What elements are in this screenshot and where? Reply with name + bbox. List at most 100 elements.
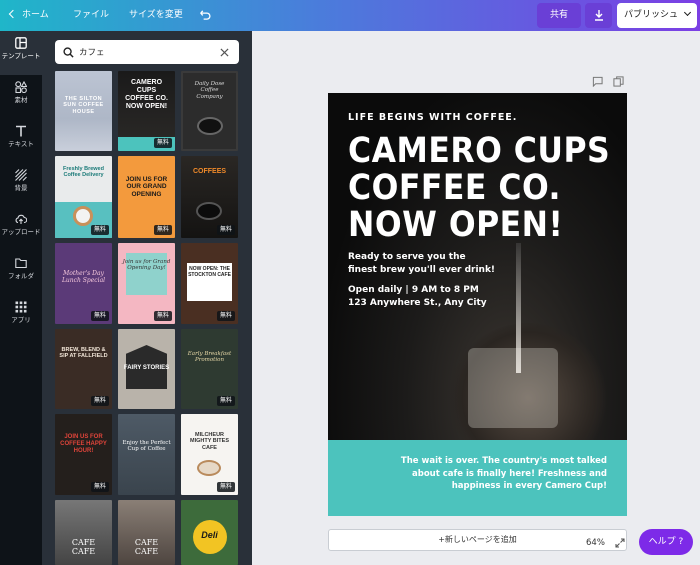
home-button[interactable]: ホーム xyxy=(8,0,49,31)
rail-item-templates[interactable]: テンプレート xyxy=(0,31,42,75)
poster-tagline: LIFE BEGINS WITH COFFEE. xyxy=(348,112,518,123)
template-thumbnail-text: NOW OPEN: THE STOCKTON CAFE xyxy=(188,266,231,278)
design-page[interactable]: LIFE BEGINS WITH COFFEE. CAMERO CUPS COF… xyxy=(328,93,627,516)
free-badge: 無料 xyxy=(216,225,235,235)
template-thumbnail[interactable]: THE SILTON SUN COFFEE HOUSE xyxy=(55,71,112,151)
duplicate-page-icon[interactable] xyxy=(613,76,624,87)
template-thumbnail[interactable]: MILCHEUR MIGHTY BITES CAFE 無料 xyxy=(181,414,238,495)
free-badge: 無料 xyxy=(216,482,235,492)
template-thumbnail[interactable]: BREW, BLEND & SIP AT FALLFIELD 無料 xyxy=(55,329,112,409)
rail-item-text[interactable]: テキスト xyxy=(0,119,42,163)
rail-item-elements[interactable]: 素材 xyxy=(0,75,42,119)
side-rail: テンプレート 素材 テキスト 背景 アップロード フォルダ アプリ xyxy=(0,31,42,565)
template-thumbnail-text: BREW, BLEND & SIP AT FALLFIELD xyxy=(59,347,108,360)
template-thumbnail[interactable]: Early Breakfast Promotion 無料 xyxy=(181,329,238,409)
undo-icon xyxy=(200,10,211,20)
poster-hours-line: Open daily | 9 AM to 8 PM xyxy=(348,285,479,295)
template-thumbnail[interactable]: Enjoy the Perfect Cup of Coffee xyxy=(118,414,175,495)
template-thumbnail[interactable]: CAMERO CUPS COFFEE CO. NOW OPEN! 無料 xyxy=(118,71,175,151)
fullscreen-icon[interactable] xyxy=(615,538,625,548)
free-badge: 無料 xyxy=(90,396,109,406)
template-thumbnail-text: FAIRY STORIES xyxy=(123,365,170,371)
template-thumbnail[interactable]: Deli xyxy=(181,500,238,565)
rail-item-uploads[interactable]: アップロード xyxy=(0,207,42,251)
rail-label: 背景 xyxy=(14,184,28,192)
add-page-button[interactable]: +新しいページを追加 xyxy=(328,529,627,551)
file-menu[interactable]: ファイル xyxy=(73,0,109,31)
clear-search-icon[interactable] xyxy=(220,48,229,57)
template-icon xyxy=(15,37,27,49)
template-thumbnail-text: CAMERO CUPS COFFEE CO. NOW OPEN! xyxy=(125,79,168,111)
search-input[interactable] xyxy=(79,44,214,60)
upload-icon xyxy=(15,214,27,224)
rail-label: アップロード xyxy=(1,228,41,236)
template-thumbnail-text: Enjoy the Perfect Cup of Coffee xyxy=(122,440,171,453)
apps-icon xyxy=(15,301,27,313)
poster-footer-line: about cafe is finally here! Freshness an… xyxy=(412,468,607,479)
help-button[interactable]: ヘルプ ? xyxy=(639,529,693,555)
template-thumbnail[interactable]: FAIRY STORIES xyxy=(118,329,175,409)
template-thumbnail[interactable]: JOIN US FOR COFFEE HAPPY HOUR! 無料 xyxy=(55,414,112,495)
template-thumbnail[interactable]: Mother's Day Lunch Special 無料 xyxy=(55,243,112,324)
poster-subtext-line: Ready to serve you the xyxy=(348,252,466,262)
poster-hours: Open daily | 9 AM to 8 PM 123 Anywhere S… xyxy=(348,284,487,310)
template-thumbnail-text: JOIN US FOR OUR GRAND OPENING xyxy=(125,176,168,198)
template-thumbnail-text: Join us for Grand Opening Day! xyxy=(122,259,171,272)
resize-menu[interactable]: サイズを変更 xyxy=(129,0,183,31)
template-thumbnail-text: THE SILTON SUN COFFEE HOUSE xyxy=(63,96,104,115)
undo-button[interactable] xyxy=(199,0,212,31)
free-badge: 無料 xyxy=(153,311,172,321)
search-box xyxy=(55,40,239,64)
rail-label: テンプレート xyxy=(1,52,41,60)
share-button[interactable]: 共有 xyxy=(537,3,581,28)
free-badge: 無料 xyxy=(153,225,172,235)
poster-footer-line: happiness in every Camero Cup! xyxy=(451,481,607,491)
rail-item-apps[interactable]: アプリ xyxy=(0,295,42,339)
chevron-down-icon xyxy=(683,8,691,17)
free-badge: 無料 xyxy=(216,396,235,406)
zoom-level[interactable]: 64% xyxy=(586,538,605,548)
poster-headline-line: COFFEE CO. xyxy=(348,168,561,208)
template-thumbnail-text: CAFE CAFE xyxy=(71,538,96,557)
template-thumbnail-text: Deli xyxy=(201,530,218,540)
template-thumbnail[interactable]: CAFE CAFE xyxy=(55,500,112,565)
template-thumbnail[interactable]: NOW OPEN: THE STOCKTON CAFE 無料 xyxy=(181,243,238,324)
free-badge: 無料 xyxy=(90,311,109,321)
home-label: ホーム xyxy=(22,10,49,20)
comment-icon[interactable] xyxy=(592,76,603,87)
template-thumbnail-text: CAFE CAFE xyxy=(134,538,159,557)
template-thumbnail[interactable]: Freshly Brewed Coffee Delivery 無料 xyxy=(55,156,112,238)
rail-item-folders[interactable]: フォルダ xyxy=(0,251,42,295)
template-thumbnail-text: Freshly Brewed Coffee Delivery xyxy=(63,166,104,179)
template-thumbnail[interactable]: CAFE CAFE xyxy=(118,500,175,565)
template-thumbnail-text: COFFEES xyxy=(192,168,227,175)
template-thumbnail-text: Early Breakfast Promotion xyxy=(187,351,232,364)
poster-headline-line: NOW OPEN! xyxy=(348,205,564,245)
rail-label: テキスト xyxy=(8,140,34,148)
download-button[interactable] xyxy=(585,3,612,28)
rail-item-background[interactable]: 背景 xyxy=(0,163,42,207)
rail-label: フォルダ xyxy=(8,272,34,280)
free-badge: 無料 xyxy=(90,482,109,492)
poster-headline: CAMERO CUPS COFFEE CO. NOW OPEN! xyxy=(348,133,610,244)
poster-headline-line: CAMERO CUPS xyxy=(348,131,611,171)
chevron-left-icon xyxy=(8,9,18,19)
template-thumbnail-text: Daily Dose Coffee Company xyxy=(194,81,225,100)
folder-icon xyxy=(15,258,27,269)
rail-label: アプリ xyxy=(11,316,31,324)
template-thumbnail-text: JOIN US FOR COFFEE HAPPY HOUR! xyxy=(60,434,107,454)
template-thumbnail[interactable]: Daily Dose Coffee Company xyxy=(181,71,238,151)
publish-button[interactable]: パブリッシュ xyxy=(617,3,697,28)
top-toolbar: ホーム ファイル サイズを変更 共有 パブリッシュ xyxy=(0,0,700,31)
rail-label: 素材 xyxy=(14,96,28,104)
free-badge: 無料 xyxy=(216,311,235,321)
text-icon xyxy=(16,125,26,137)
template-thumbnail[interactable]: JOIN US FOR OUR GRAND OPENING 無料 xyxy=(118,156,175,238)
poster-subtext-line: finest brew you'll ever drink! xyxy=(348,265,496,275)
publish-label: パブリッシュ xyxy=(624,10,679,20)
canvas-area: LIFE BEGINS WITH COFFEE. CAMERO CUPS COF… xyxy=(252,31,700,565)
poster-footer: The wait is over. The country's most tal… xyxy=(328,440,627,516)
template-thumbnail[interactable]: Join us for Grand Opening Day! 無料 xyxy=(118,243,175,324)
template-thumbnail[interactable]: COFFEES 無料 xyxy=(181,156,238,238)
free-badge: 無料 xyxy=(153,138,172,148)
